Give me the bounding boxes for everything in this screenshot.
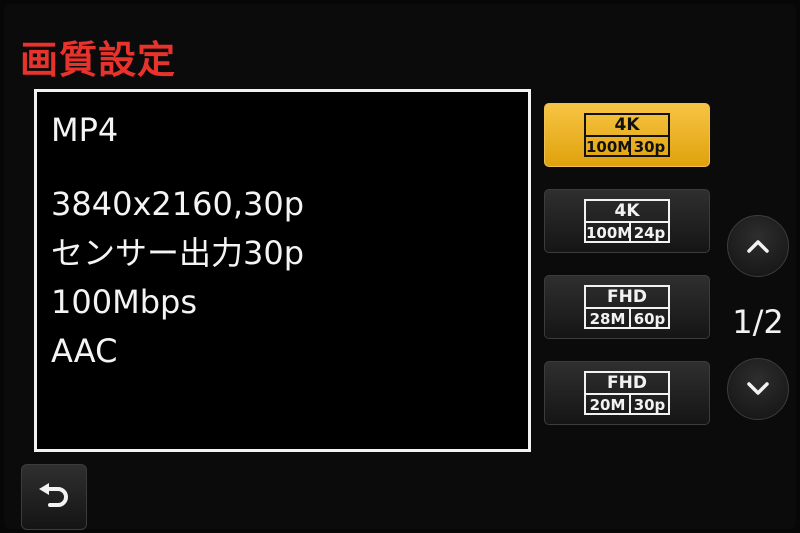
info-audio-format: AAC (51, 332, 118, 370)
page-indicator: 1/2 (732, 303, 784, 341)
format-info-panel: MP4 3840x2160,30p センサー出力30p 100Mbps AAC (34, 89, 531, 452)
page-down-button[interactable] (727, 358, 789, 420)
page-title: 画質設定 (20, 38, 177, 82)
info-bitrate: 100Mbps (51, 283, 197, 321)
quality-bitrate: 100M (586, 223, 633, 243)
quality-bitrate: 28M (586, 309, 631, 329)
page-up-button[interactable] (727, 215, 789, 277)
quality-resolution: FHD (586, 373, 668, 395)
quality-fps: 30p (633, 396, 666, 414)
quality-icon: 4K 100M 30p (584, 113, 670, 157)
quality-option-fhd-28m-60p[interactable]: FHD 28M 60p (544, 275, 710, 339)
quality-option-fhd-20m-30p[interactable]: FHD 20M 30p (544, 361, 710, 425)
chevron-down-icon (747, 382, 769, 395)
camera-screen: 画質設定 MP4 3840x2160,30p センサー出力30p 100Mbps… (4, 4, 796, 530)
chevron-up-icon (747, 240, 769, 253)
quality-fps: 30p (633, 138, 666, 156)
quality-resolution: 4K (586, 115, 668, 137)
quality-option-4k-100m-24p[interactable]: 4K 100M 24p (544, 189, 710, 253)
quality-option-4k-100m-30p[interactable]: 4K 100M 30p (544, 103, 710, 167)
quality-bitrate: 100M (586, 137, 633, 157)
quality-icon: FHD 20M 30p (584, 371, 670, 415)
return-arrow-icon (39, 483, 68, 507)
quality-icon: FHD 28M 60p (584, 285, 670, 329)
back-button[interactable] (21, 464, 87, 530)
info-file-format: MP4 (51, 111, 119, 149)
quality-resolution: 4K (586, 201, 668, 223)
quality-resolution: FHD (586, 287, 668, 309)
quality-icon: 4K 100M 24p (584, 199, 670, 243)
quality-fps: 60p (633, 310, 666, 328)
quality-bitrate: 20M (586, 395, 631, 415)
info-resolution-framerate: 3840x2160,30p (51, 185, 305, 223)
info-sensor-output: センサー出力30p (51, 234, 305, 272)
quality-fps: 24p (633, 224, 666, 242)
